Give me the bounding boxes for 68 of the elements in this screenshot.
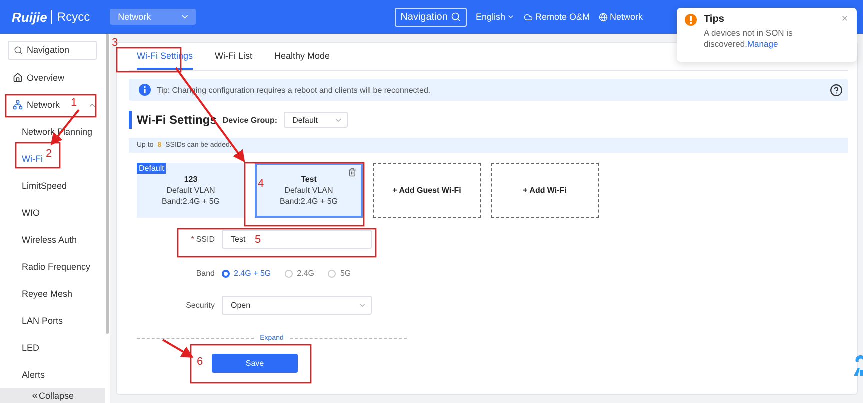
ssid-name: Test (301, 174, 317, 185)
sidebar-item[interactable]: LAN Ports (22, 307, 64, 334)
chevron-down-icon (358, 301, 367, 310)
annotation-number: 3 (112, 38, 118, 49)
annotation-number: 5 (255, 235, 262, 246)
remote-link[interactable]: Remote O&M (524, 12, 590, 22)
cloud-icon (524, 12, 534, 22)
band-text: Band:2.4G + 5G (162, 196, 220, 207)
vlan-text: Default VLAN (166, 185, 216, 196)
band-radio[interactable]: 2.4G + 5G (222, 269, 272, 278)
save-button[interactable]: Save (212, 354, 298, 373)
globe-icon (598, 12, 608, 22)
sidebar-item[interactable]: Reyee Mesh (22, 280, 74, 308)
annotation-arrow (162, 339, 194, 358)
default-badge: Default (137, 163, 166, 174)
vlan-text: Default VLAN (284, 185, 334, 196)
sidebar-item[interactable]: Overview (13, 64, 66, 92)
band-radio[interactable]: 2.4G (285, 269, 314, 278)
network-icon (13, 100, 23, 110)
chevron-down-icon (507, 13, 516, 21)
search-icon (14, 46, 23, 55)
annotation-number: 4 (258, 179, 264, 190)
sidebar-item[interactable]: Radio Frequency (22, 253, 92, 280)
annotation-box (15, 142, 61, 169)
delete-icon[interactable] (348, 168, 357, 177)
add-wifi-button[interactable]: + Add Wi-Fi (491, 163, 599, 218)
sidebar-item[interactable]: Wireless Auth (22, 226, 78, 254)
security-select[interactable]: Open (222, 296, 372, 315)
close-icon[interactable] (841, 14, 849, 23)
collapse-button[interactable]: Collapse (0, 388, 105, 403)
ssid-name: 123 (184, 174, 198, 185)
sidebar-item[interactable]: Wi-Fi (22, 146, 44, 173)
navigation-search-button[interactable]: Navigation (394, 8, 467, 26)
security-label: Security (185, 301, 216, 310)
toast-title: Tips (704, 14, 726, 25)
language-menu[interactable]: English (476, 12, 516, 22)
info-icon (139, 84, 151, 96)
double-chevron-left-icon (30, 392, 39, 400)
band-radio[interactable]: 5G (328, 269, 352, 278)
home-icon (13, 73, 23, 84)
sidebar-item[interactable]: LimitSpeed (22, 172, 68, 200)
annotation-number: 2 (46, 149, 52, 160)
tab[interactable]: Healthy Mode (274, 43, 330, 70)
network-link[interactable]: Network (598, 12, 643, 22)
brand-logo: Ruijie (12, 10, 48, 24)
manage-link[interactable]: Manage (747, 39, 778, 49)
ssid-label: * SSID (190, 235, 216, 244)
product-logo: Rcycc (51, 10, 90, 24)
band-label: Band (195, 269, 216, 278)
annotation-number: 1 (71, 98, 78, 109)
search-icon (450, 12, 461, 22)
band-text: Band:2.4G + 5G (280, 196, 338, 207)
sidebar-item[interactable]: Network (13, 92, 62, 119)
sidebar-item[interactable]: LED (22, 334, 41, 362)
ssid-card[interactable]: Default 123 Default VLAN Band:2.4G + 5G (137, 163, 245, 218)
sidebar-item[interactable]: WIO (22, 200, 41, 227)
device-group-select[interactable]: Default (284, 112, 348, 128)
sidebar-search-field[interactable]: Navigation (8, 41, 97, 60)
tab[interactable]: Wi-Fi List (215, 43, 253, 70)
assistant-icon[interactable] (854, 354, 863, 376)
annotation-number: 6 (197, 357, 204, 368)
help-icon[interactable] (830, 84, 843, 96)
scrollbar-thumb[interactable] (106, 34, 109, 334)
device-group-label: Device Group: (222, 116, 278, 124)
sidebar-item[interactable]: Alerts (22, 361, 46, 388)
toast-message: A devices not in SON is discovered.Manage (704, 28, 794, 50)
warning-icon (685, 14, 697, 26)
add-wifi-button[interactable]: + Add Guest Wi-Fi (373, 163, 481, 218)
